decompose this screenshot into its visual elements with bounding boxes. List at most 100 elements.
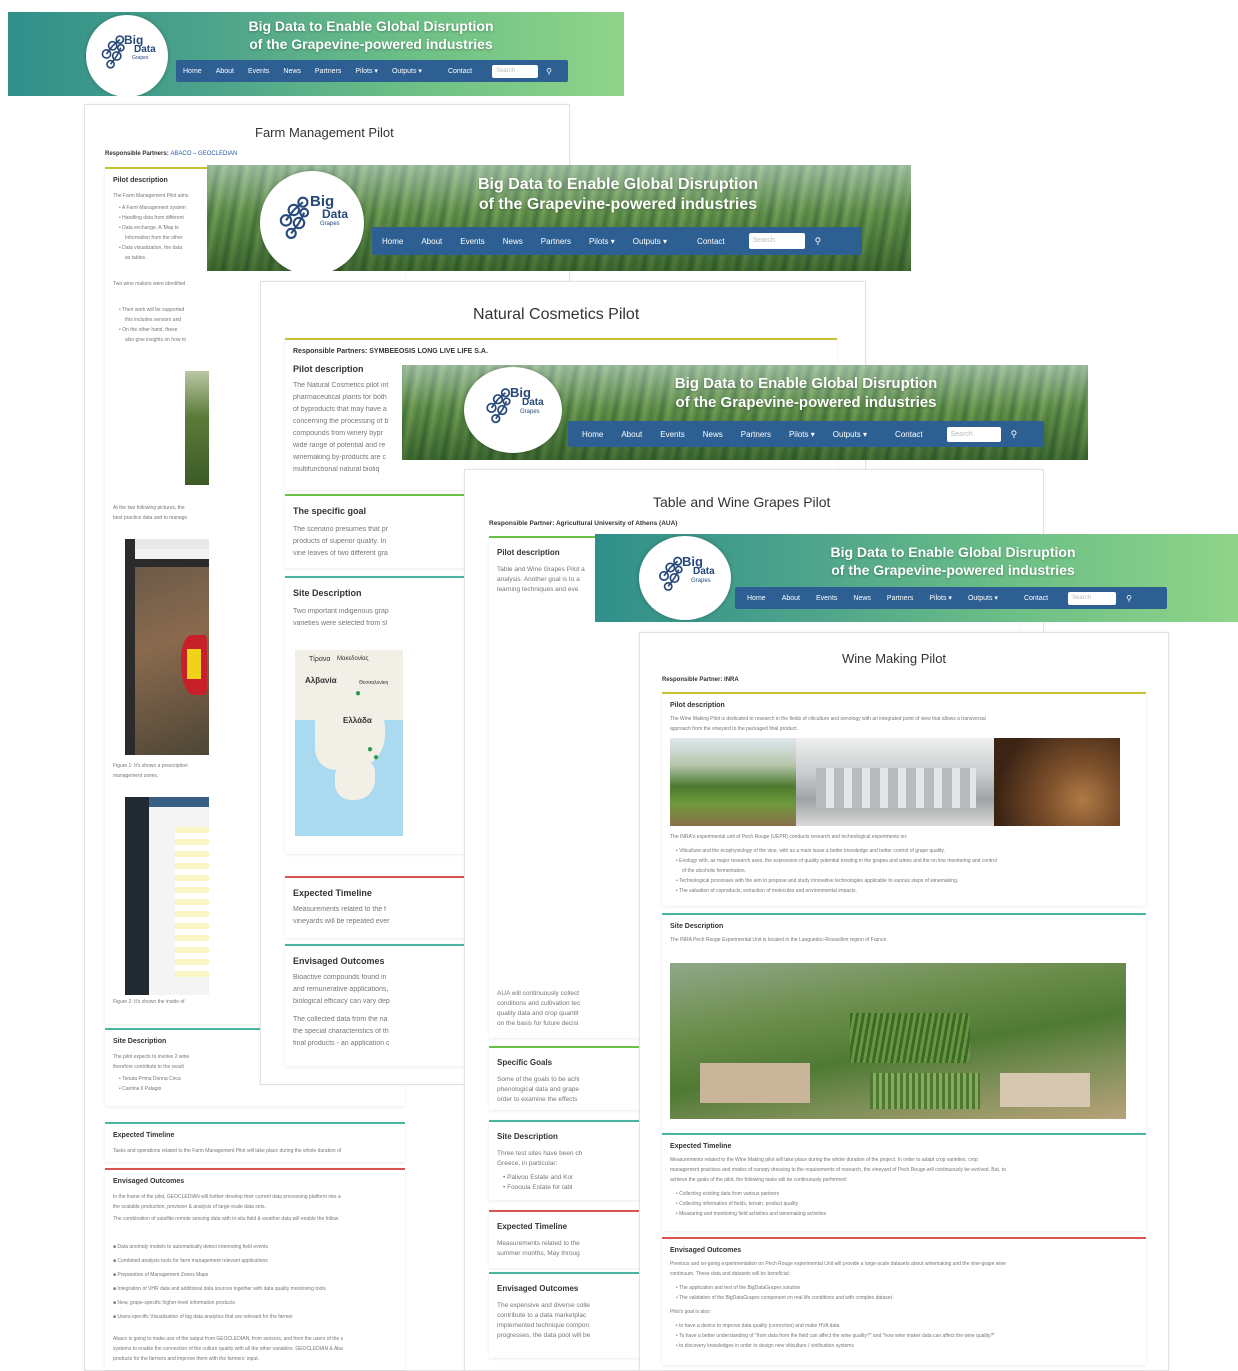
- search-icon[interactable]: ⚲: [815, 236, 822, 247]
- map-pin-icon[interactable]: ●: [373, 752, 379, 763]
- search-icon[interactable]: ⚲: [1011, 429, 1018, 440]
- nav-home[interactable]: Home: [382, 237, 403, 246]
- pictures-text: At the two following pictures, the: [113, 505, 185, 511]
- banner-title: Big Data to Enable Global Disruption of …: [475, 175, 761, 215]
- nav-contact[interactable]: Contact: [895, 430, 923, 439]
- timeline-line: achieve the goals of the pilot, the foll…: [670, 1177, 848, 1183]
- search-input[interactable]: Search: [946, 426, 1001, 442]
- nav-pilots[interactable]: Pilots ▾: [789, 430, 815, 439]
- outcomes-line: contribute to a data marketplac: [497, 1312, 587, 1319]
- nav-pilots[interactable]: Pilots ▾: [355, 67, 378, 75]
- map-pin-icon[interactable]: ●: [355, 688, 361, 699]
- section-heading: Expected Timeline: [670, 1143, 732, 1150]
- timeline-line: Measurements related to the Wine Making …: [670, 1157, 978, 1163]
- pictures-text-2: best practice data and to manage: [113, 515, 188, 521]
- main-nav: Home About Events News Partners Pilots ▾…: [176, 60, 568, 82]
- section-heading: Pilot description: [113, 177, 168, 184]
- outcomes-bullet: • The validation of the BigDataGrapes co…: [676, 1295, 894, 1301]
- partner-name: INRA: [724, 677, 739, 683]
- desc-bullet: as tables.: [125, 255, 147, 261]
- project-logo[interactable]: Big Data Grapes: [260, 171, 364, 271]
- aua-line: on the basis for future decisi: [497, 1020, 579, 1027]
- project-logo[interactable]: Big Data Grapes: [86, 15, 168, 96]
- logo-grapes-text: Grapes: [320, 221, 340, 227]
- nav-pilots[interactable]: Pilots ▾: [589, 237, 615, 246]
- site-line: Greece, in particular:: [497, 1160, 558, 1167]
- section-heading: Site Description: [113, 1038, 167, 1045]
- responsible-partners: Responsible Partners: ABACO – GEOCLEDIAN: [105, 151, 237, 157]
- logo-grapes-text: Grapes: [691, 578, 711, 584]
- page-title: Wine Making Pilot: [842, 651, 947, 666]
- nav-news[interactable]: News: [703, 430, 723, 439]
- desc-bullet: • Data exchange. A 'Map to: [119, 225, 179, 231]
- timeline-line: management practices and modes of canopy…: [670, 1167, 1006, 1173]
- nav-events[interactable]: Events: [460, 237, 484, 246]
- nav-news[interactable]: News: [853, 595, 871, 602]
- outcomes-bullet: • The application and test of the BigDat…: [676, 1285, 801, 1291]
- search-input[interactable]: Search: [492, 64, 539, 78]
- nav-news[interactable]: News: [503, 237, 523, 246]
- search-icon[interactable]: ⚲: [1126, 594, 1132, 603]
- nav-events[interactable]: Events: [248, 68, 269, 75]
- map-label: Ελλάδα: [343, 716, 372, 725]
- section-heading: Pilot description: [670, 702, 725, 709]
- outcomes-line: implemented technique compon: [497, 1322, 590, 1329]
- wine-making-pilot-card: Wine Making Pilot Responsible Partner: I…: [639, 632, 1169, 1371]
- winemaker-bullet: • On the other hand, these: [119, 327, 178, 333]
- nav-about[interactable]: About: [216, 68, 234, 75]
- aua-line: AUA will continuously collect: [497, 990, 580, 997]
- logo-data-text: Data: [522, 397, 544, 408]
- nav-outputs[interactable]: Outputs ▾: [968, 594, 998, 602]
- nav-outputs[interactable]: Outputs ▾: [392, 67, 422, 75]
- nav-home[interactable]: Home: [747, 595, 766, 602]
- main-nav: Home About Events News Partners Pilots ▾…: [568, 421, 1044, 447]
- nav-partners[interactable]: Partners: [315, 68, 341, 75]
- nav-contact[interactable]: Contact: [448, 68, 472, 75]
- nav-news[interactable]: News: [283, 68, 301, 75]
- nav-partners[interactable]: Partners: [741, 430, 771, 439]
- responsible-partners: Responsible Partner: INRA: [662, 677, 739, 683]
- project-logo[interactable]: Big Data Grapes: [464, 367, 562, 453]
- desc-line: of byproducts that may have a: [293, 406, 387, 413]
- search-input[interactable]: Search: [748, 233, 805, 249]
- section-heading: Envisaged Outcomes: [293, 956, 385, 966]
- desc-line: wide range of potential and re: [293, 442, 386, 449]
- nav-contact[interactable]: Contact: [1024, 595, 1048, 602]
- expected-timeline-section: Expected Timeline Measurements related t…: [662, 1133, 1146, 1231]
- outcomes-line: Bioactive compounds found in: [293, 974, 387, 981]
- banner-title-line1: Big Data to Enable Global Disruption: [830, 544, 1076, 560]
- nav-events[interactable]: Events: [660, 430, 684, 439]
- nav-events[interactable]: Events: [816, 595, 837, 602]
- nav-partners[interactable]: Partners: [541, 237, 571, 246]
- nav-about[interactable]: About: [782, 595, 800, 602]
- desc-line: The Natural Cosmetics pilot int: [293, 382, 389, 389]
- desc-line: concerning the processing of b: [293, 418, 389, 425]
- closing-text: products for the farmers and improve the…: [113, 1356, 260, 1362]
- desc-bullet: • A Farm Management system: [119, 205, 186, 211]
- nav-contact[interactable]: Contact: [697, 237, 725, 246]
- map-label: Θεσσαλονίκη: [359, 680, 389, 686]
- figure1-caption-2: management zones.: [113, 773, 159, 779]
- figure2-caption: Figure 2: It's shown the inside of: [113, 999, 185, 1005]
- nav-partners[interactable]: Partners: [887, 595, 913, 602]
- desc-line: The Wine Making Pilot is dedicated to re…: [670, 716, 986, 722]
- banner-title-line2: of the Grapevine-powered industries: [249, 35, 493, 52]
- search-input[interactable]: Search: [1068, 591, 1117, 605]
- nav-home[interactable]: Home: [183, 68, 202, 75]
- site-banner: Big Data Grapes Big Data to Enable Globa…: [595, 534, 1238, 622]
- site-bullet: • Palivou Estate and Kor: [503, 1174, 574, 1181]
- desc-line: compounds from winery bypr: [293, 430, 383, 437]
- nav-pilots[interactable]: Pilots ▾: [929, 594, 952, 602]
- nav-about[interactable]: About: [421, 237, 442, 246]
- section-heading: Envisaged Outcomes: [113, 1178, 185, 1185]
- barrel-cellar-photo: [994, 738, 1120, 826]
- greece-map[interactable]: Τίρανα Μακεδονίας Αλβανία Ελλάδα Θεσσαλο…: [295, 650, 403, 836]
- project-logo[interactable]: Big Data Grapes: [639, 536, 731, 620]
- nav-outputs[interactable]: Outputs ▾: [833, 430, 867, 439]
- banner-title-line2: of the Grapevine-powered industries: [675, 393, 937, 411]
- nav-outputs[interactable]: Outputs ▾: [633, 237, 667, 246]
- partner-link[interactable]: ABACO – GEOCLEDIAN: [170, 151, 237, 157]
- search-icon[interactable]: ⚲: [546, 67, 552, 76]
- nav-about[interactable]: About: [621, 430, 642, 439]
- nav-home[interactable]: Home: [582, 430, 603, 439]
